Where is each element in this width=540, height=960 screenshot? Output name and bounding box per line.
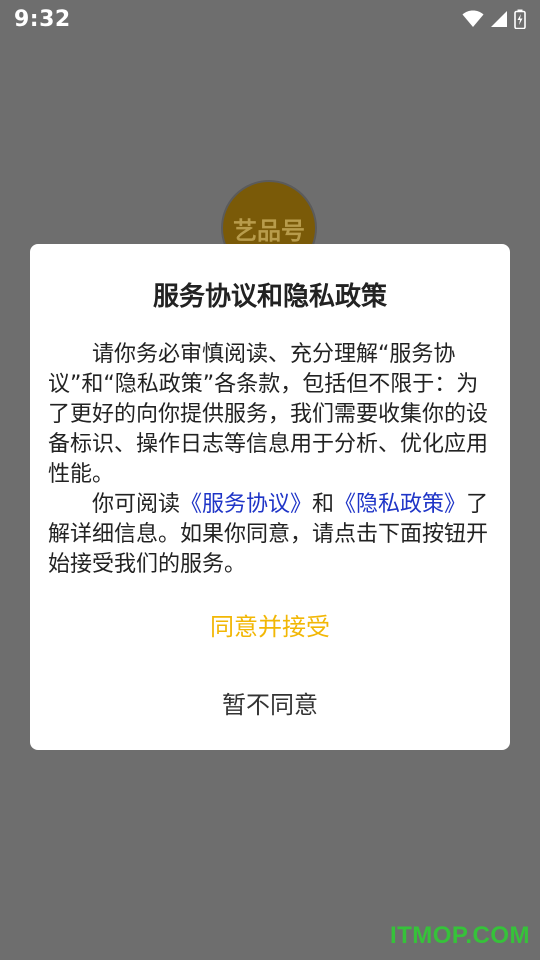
status-time: 9:32 — [14, 6, 71, 32]
privacy-dialog: 服务协议和隐私政策 请你务必审慎阅读、充分理解“服务协议”和“隐私政策”各条款，… — [30, 244, 510, 750]
app-screen: 9:32 艺品号 服务协议和隐私政策 请你务必审慎阅读、充分理解“服务协议”和“… — [0, 0, 540, 960]
status-bar: 9:32 — [0, 0, 540, 38]
service-agreement-link[interactable]: 《服务协议》 — [180, 492, 312, 517]
cellular-signal-icon — [490, 10, 508, 28]
watermark: ITMOP.COM — [389, 922, 530, 949]
decline-button[interactable]: 暂不同意 — [30, 680, 510, 724]
paragraph-2-and: 和 — [312, 492, 335, 517]
dialog-body: 请你务必审慎阅读、充分理解“服务协议”和“隐私政策”各条款，包括但不限于：为了更… — [48, 340, 492, 580]
paragraph-2-prefix: 你可阅读 — [92, 492, 181, 517]
dialog-title: 服务协议和隐私政策 — [152, 282, 387, 312]
battery-charging-icon — [514, 9, 526, 29]
dialog-paragraph-2: 你可阅读《服务协议》和《隐私政策》了解详细信息。如果你同意，请点击下面按钮开始接… — [48, 490, 492, 580]
privacy-policy-link[interactable]: 《隐私政策》 — [334, 492, 466, 517]
status-icons — [462, 9, 526, 29]
dialog-paragraph-1: 请你务必审慎阅读、充分理解“服务协议”和“隐私政策”各条款，包括但不限于：为了更… — [48, 342, 489, 487]
app-logo-text: 艺品号 — [233, 216, 305, 245]
agree-button[interactable]: 同意并接受 — [30, 602, 510, 646]
wifi-icon — [462, 10, 484, 28]
